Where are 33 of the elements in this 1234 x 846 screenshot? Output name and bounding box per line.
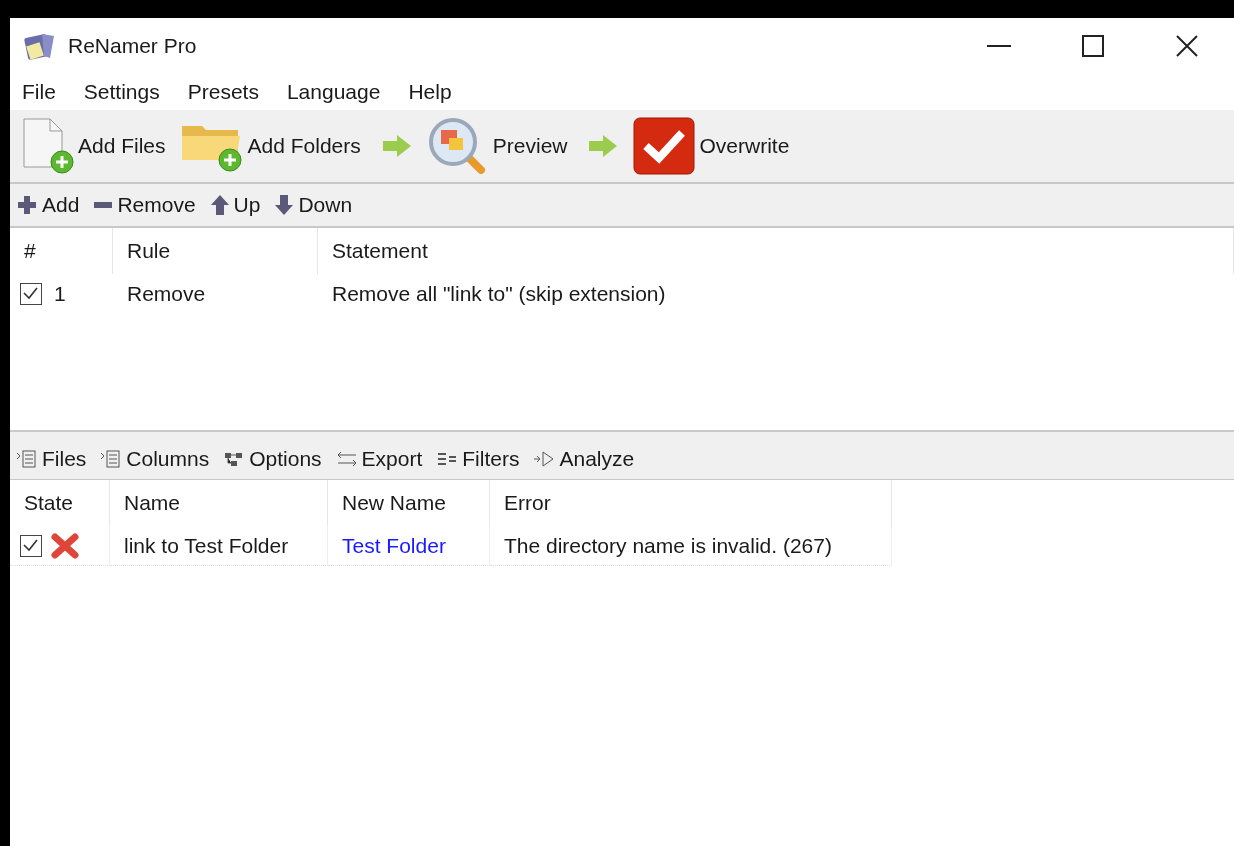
toolbar-button[interactable]: Add Files [18,117,174,175]
column-header[interactable]: # [24,235,36,267]
toolbar-button[interactable]: Add [16,189,80,221]
toolbar-button[interactable]: Add Folders [177,120,369,172]
table-cell-text: link to Test Folder [124,532,289,559]
menu-item[interactable]: File [14,76,64,108]
column-header[interactable]: State [24,487,74,519]
column-header[interactable]: Statement [332,235,428,267]
column-header[interactable]: New Name [342,487,446,519]
toolbar-button[interactable]: Overwrite [631,117,798,175]
tab-button[interactable]: Analyze [533,442,635,475]
toolbar-button[interactable]: Down [274,189,353,221]
column-header[interactable]: Name [124,487,181,519]
tab-button[interactable]: Columns [100,442,210,475]
table-cell-text: Remove [127,281,206,308]
menu-item[interactable]: Language [278,76,389,108]
toolbar-button[interactable]: Remove [93,189,196,221]
tab-button[interactable]: Filters [436,442,520,475]
window-title: ReNamer Pro [68,33,197,60]
tab-button[interactable]: Files [16,442,87,475]
menu-item[interactable]: Help [400,76,460,108]
toolbar-button[interactable]: Up [209,189,261,221]
table-cell-text: 1 [54,281,66,308]
menu-item[interactable]: Settings [75,76,168,108]
column-header[interactable]: Error [504,487,551,519]
tab-button[interactable]: Export [335,442,423,475]
toolbar-button[interactable]: Preview [424,116,576,176]
table-cell-text: The directory name is invalid. (267) [504,532,832,559]
column-header[interactable]: Rule [127,235,171,267]
tab-button[interactable]: Options [223,442,322,475]
menu-item[interactable]: Presets [179,76,267,108]
table-cell-text: Test Folder [342,532,446,559]
table-cell-text: Remove all "link to" (skip extension) [332,281,666,308]
